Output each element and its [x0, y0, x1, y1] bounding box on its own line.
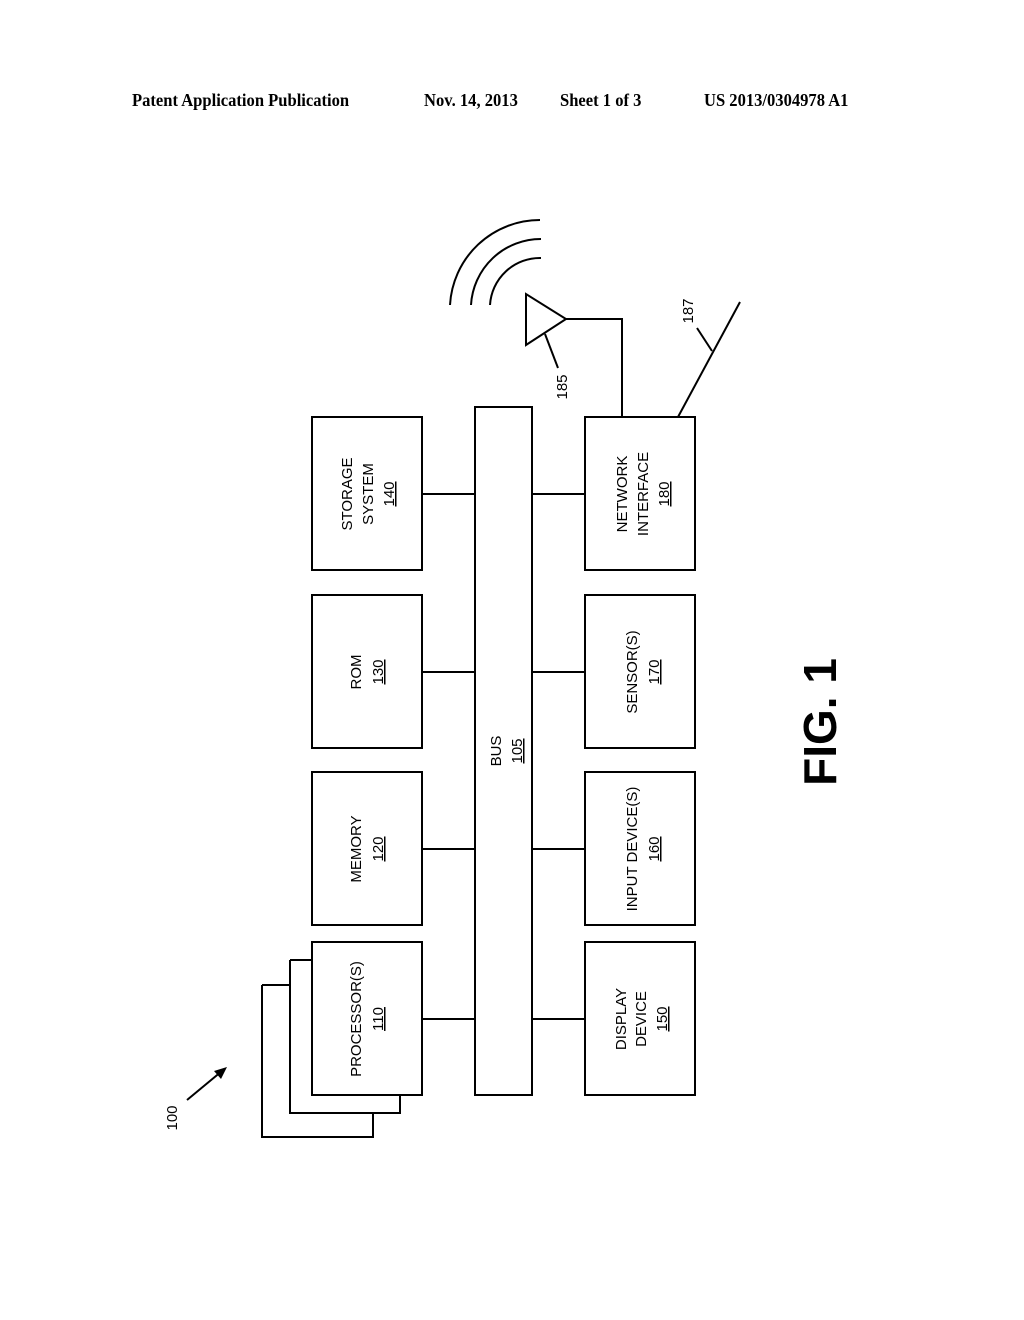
bus-label: BUS [488, 736, 505, 767]
wire-leader-line [696, 327, 713, 352]
display-label-line1: DISPLAY [613, 988, 630, 1050]
rom-ref: 130 [370, 659, 387, 684]
network-label-line1: NETWORK [614, 456, 631, 533]
input-label: INPUT DEVICE(S) [624, 787, 641, 912]
figure-label: FIG. 1 [794, 658, 846, 786]
bus-ref: 105 [509, 738, 526, 763]
antenna-leader-line [544, 333, 559, 369]
sensor-label: SENSOR(S) [624, 630, 641, 713]
processor-block [311, 941, 423, 1096]
antenna-ref-label: 185 [554, 374, 571, 399]
display-label-line2: DEVICE [633, 991, 650, 1047]
input-ref: 160 [646, 836, 663, 861]
processor-label: PROCESSOR(S) [348, 961, 365, 1077]
block-diagram: 100 PROCESSOR(S) 110 MEMORY 120 ROM 130 … [164, 218, 846, 1138]
network-ref: 180 [656, 481, 673, 506]
radio-wave-outer [449, 218, 541, 306]
memory-label: MEMORY [348, 815, 365, 882]
storage-ref: 140 [381, 481, 398, 506]
display-ref: 150 [654, 1006, 671, 1031]
rom-block [311, 594, 423, 749]
sensor-ref: 170 [646, 659, 663, 684]
processor-stack-middle-outline [289, 960, 401, 1114]
storage-label-line1: STORAGE [339, 457, 356, 530]
network-label-line2: INTERFACE [635, 452, 652, 536]
system-ref-label: 100 [164, 1105, 181, 1130]
rom-label: ROM [348, 655, 365, 690]
processor-ref: 110 [370, 1007, 387, 1031]
antenna-feed-line [566, 318, 623, 417]
storage-label-line2: SYSTEM [360, 463, 377, 525]
system-ref-arrow [186, 1070, 223, 1101]
memory-ref: 120 [370, 836, 387, 861]
memory-block [311, 771, 423, 926]
wire-ref-label: 187 [680, 298, 697, 323]
